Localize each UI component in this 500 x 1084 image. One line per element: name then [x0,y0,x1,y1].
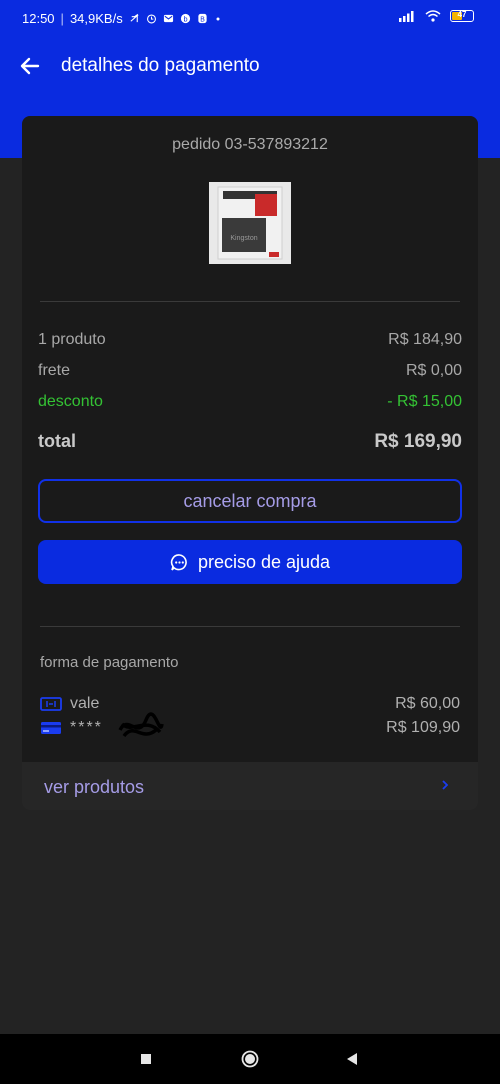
credit-card-icon [41,722,61,734]
status-bar-right: 47 [399,10,474,22]
payment-section-label: forma de pagamento [40,654,179,671]
chevron-right-icon [442,780,449,790]
battery-level: 47 [457,10,467,19]
arrow-left-icon[interactable] [16,52,44,80]
payment-method-label: **** [70,719,103,736]
signal-icon [399,11,414,22]
app-icon: b [180,13,190,23]
view-products-button[interactable]: ver produtos [22,762,478,810]
triangle-back-icon[interactable] [346,1052,358,1066]
page-title: detalhes do pagamento [61,55,260,76]
ssd-product-image[interactable]: Kingston [209,182,291,264]
discount-row: desconto - R$ 15,00 [38,393,462,411]
svg-text:b: b [183,14,187,23]
status-time: 12:50 [22,11,55,26]
items-row: 1 produto R$ 184,90 [38,331,462,349]
payment-method-value: R$ 109,90 [386,719,460,736]
dot-icon [216,17,220,20]
chat-bubble-icon [170,553,189,572]
status-bar: 12:50 | 34,9KB/s b B 47 [0,0,500,36]
help-button[interactable]: preciso de ajuda [38,540,462,584]
discount-value: - R$ 15,00 [387,393,462,410]
total-row: total R$ 169,90 [38,431,462,452]
mail-icon [163,14,173,23]
status-separator: | [60,11,64,26]
status-bar-left: 12:50 | 34,9KB/s b B [22,11,222,26]
status-speed: 34,9KB/s [69,11,123,26]
discount-label: desconto [38,393,103,410]
view-products-label: ver produtos [44,777,145,797]
product-brand-text: Kingston [230,235,257,242]
wifi-icon [425,10,441,22]
shipping-row: frete R$ 0,00 [38,362,462,380]
divider [40,626,460,627]
divider [40,301,460,302]
system-nav-bar [0,1034,500,1084]
circle-icon[interactable] [241,1050,259,1068]
cancel-purchase-label: cancelar compra [183,490,317,511]
svg-text:B: B [200,16,205,23]
alarm-icon [146,14,156,24]
square-icon[interactable] [140,1053,152,1065]
shipping-label: frete [38,362,71,379]
payment-method-value: R$ 60,00 [395,695,460,712]
shipping-value: R$ 0,00 [405,362,462,379]
items-label: 1 produto [38,331,106,348]
items-value: R$ 184,90 [388,331,462,348]
voucher-icon [40,697,62,711]
total-label: total [38,431,76,451]
help-label: preciso de ajuda [197,551,331,572]
mute-icon [130,13,139,23]
payment-method-label: vale [70,695,100,712]
battery-icon: 47 [450,10,474,22]
order-card: pedido 03-537893212 Kingston 1 produto R… [22,116,478,762]
product-image-graphic: Kingston [217,186,283,260]
cancel-purchase-button[interactable]: cancelar compra [38,479,462,523]
redaction-scribble [118,712,164,738]
app-icon-2: B [198,13,207,23]
order-id: pedido 03-537893212 [172,136,328,153]
total-value: R$ 169,90 [374,431,462,452]
